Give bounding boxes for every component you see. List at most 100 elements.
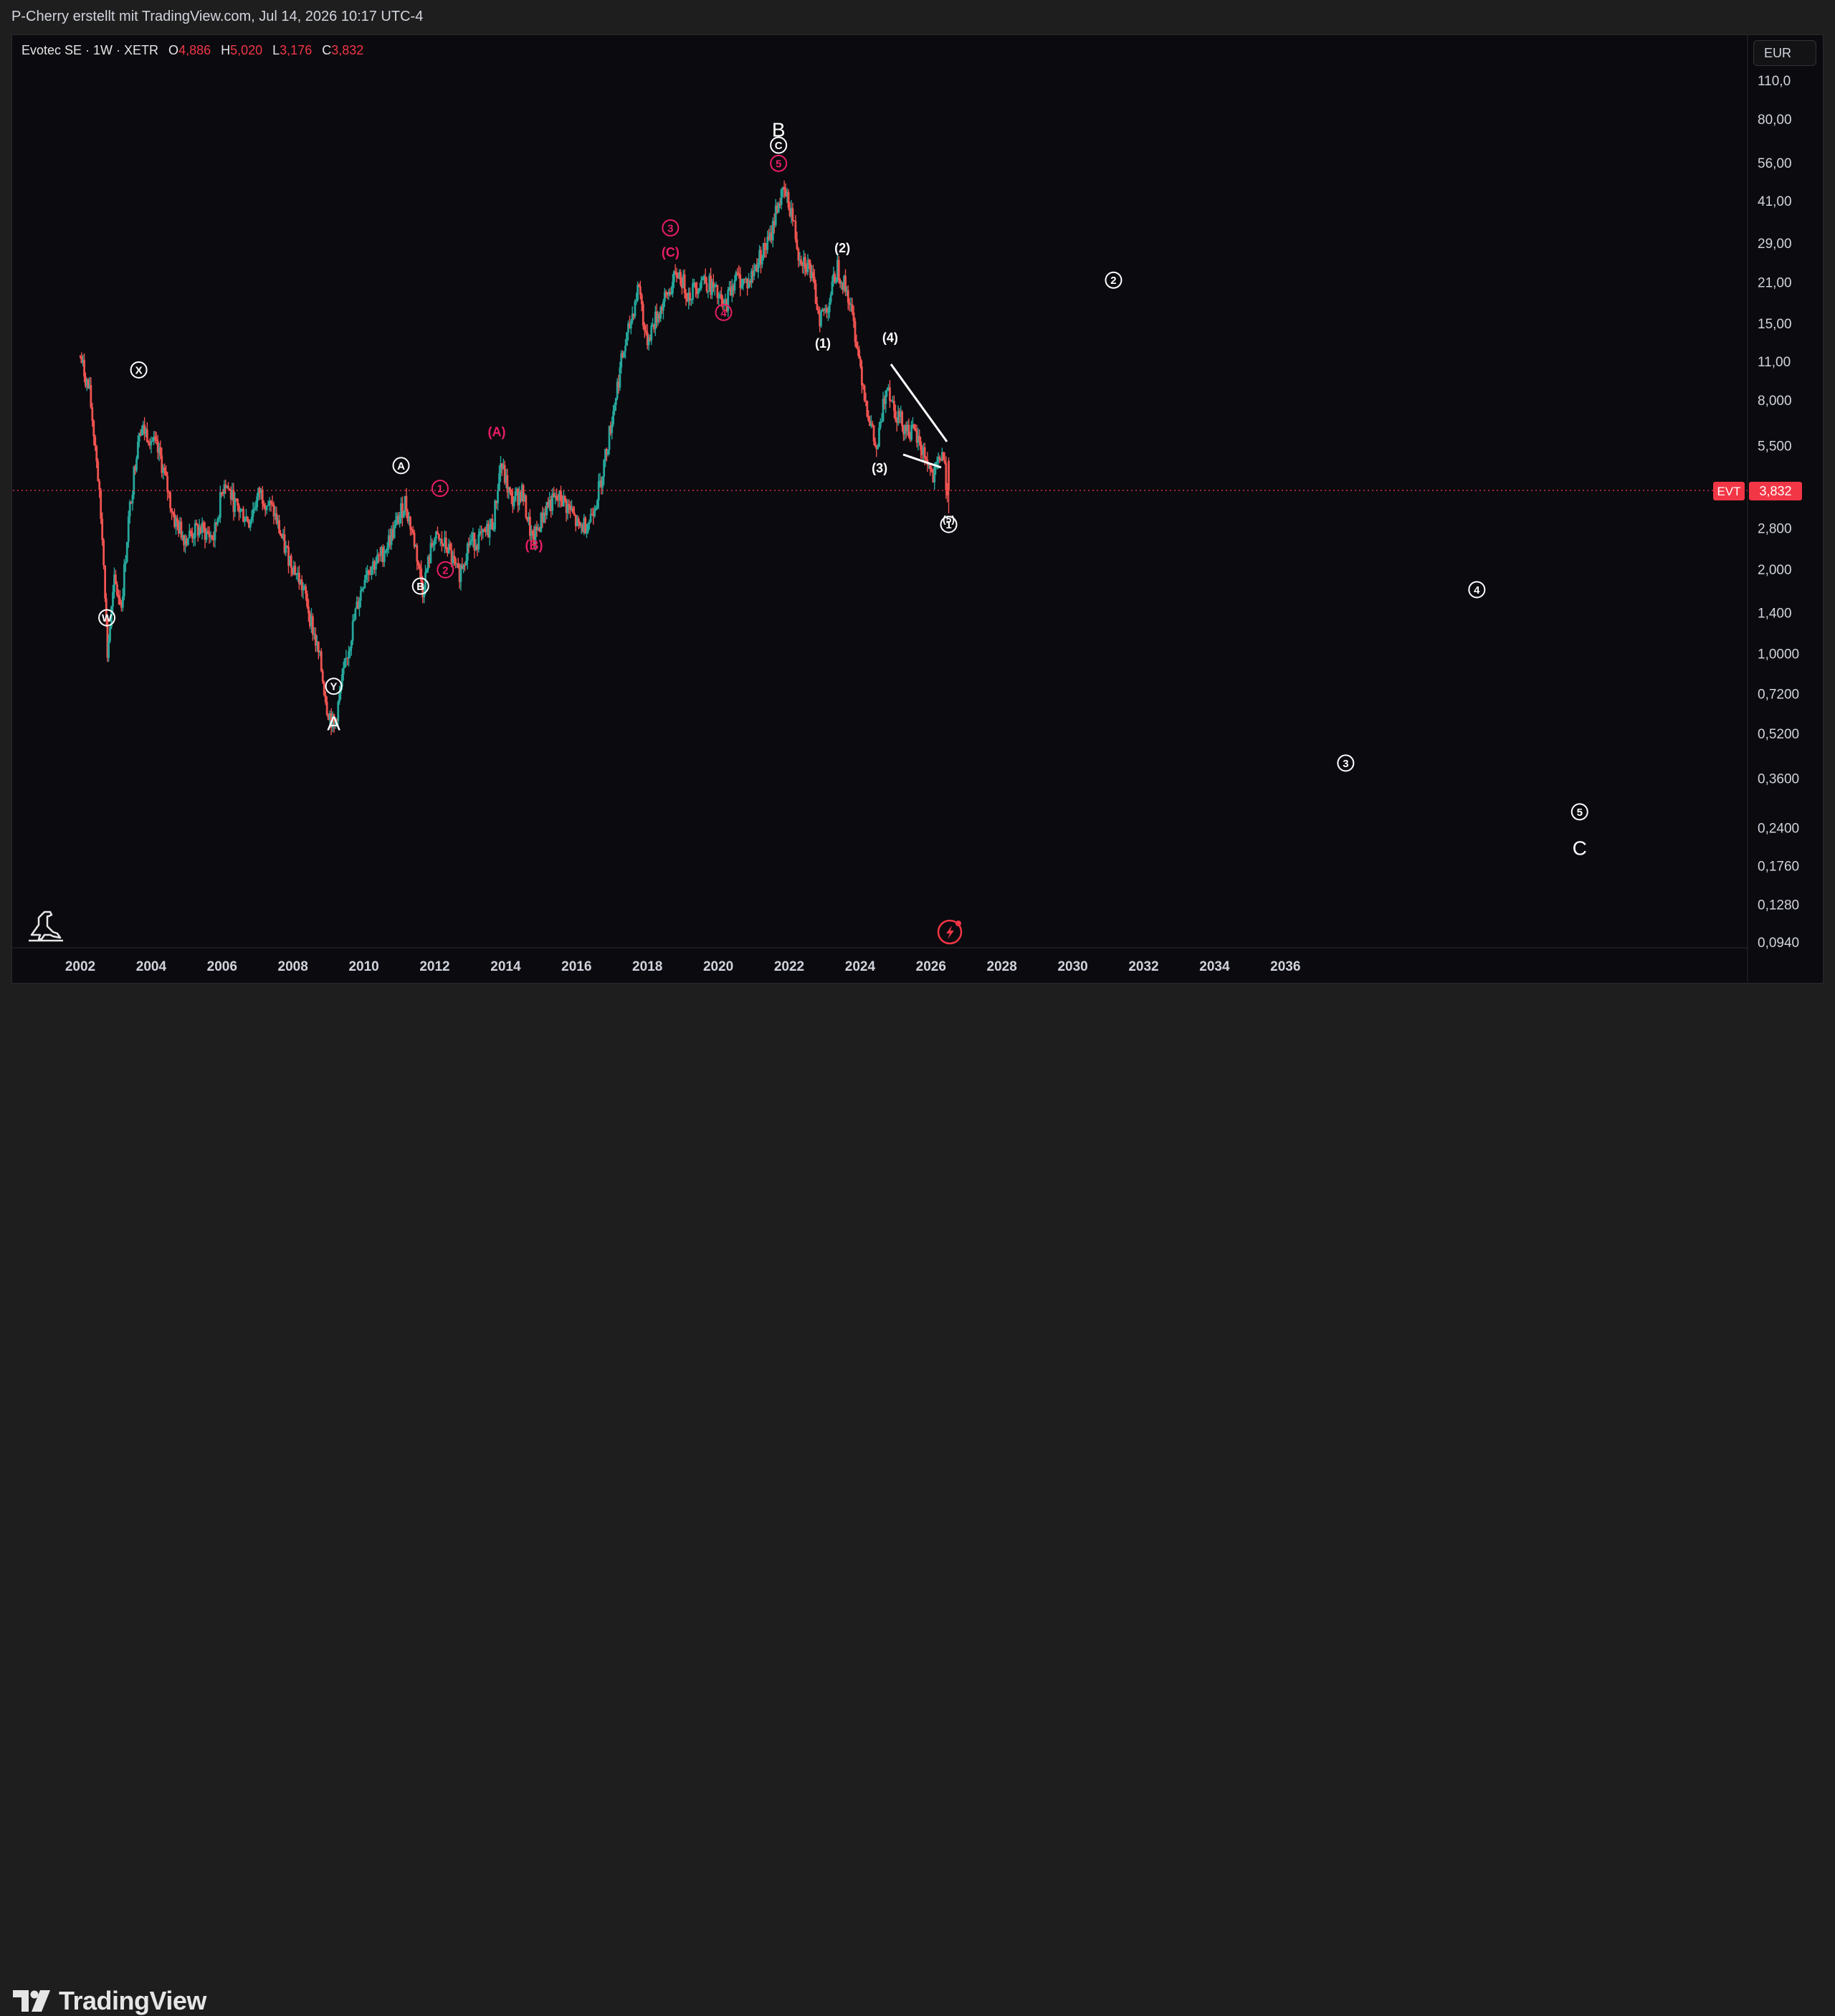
y-tick-label: 21,00	[1758, 276, 1792, 291]
candle	[787, 189, 790, 211]
candle	[662, 298, 664, 320]
trendline-upper[interactable]	[890, 363, 948, 442]
wave-labels-layer: BC53(C)4(2)(1) (4)(3)(5)1XWYAAB12(A)(B)24…	[98, 118, 1588, 859]
candle	[208, 526, 211, 544]
candle	[346, 657, 349, 666]
y-tick-label: 0,1280	[1758, 898, 1799, 913]
svg-text:5: 5	[776, 158, 781, 170]
candle	[837, 256, 840, 284]
candle	[675, 267, 678, 282]
wave-label-degree: A	[327, 712, 340, 734]
candle	[543, 508, 545, 524]
candle	[206, 526, 209, 535]
candle	[826, 304, 828, 318]
candle	[797, 247, 800, 267]
legend-high-label: H	[221, 43, 231, 57]
candle	[109, 624, 111, 644]
candle	[780, 188, 783, 210]
svg-text:X: X	[135, 364, 143, 376]
candle	[735, 270, 738, 282]
svg-text:1: 1	[945, 519, 951, 531]
tradingview-logo[interactable]: TradingView	[13, 1986, 206, 2016]
candle	[584, 515, 587, 534]
x-tick-label: 2014	[490, 959, 521, 974]
candle	[727, 287, 730, 317]
svg-text:C: C	[775, 140, 783, 152]
candle	[589, 508, 592, 523]
flash-alert-icon[interactable]	[937, 919, 963, 945]
candle	[866, 400, 869, 418]
candle	[242, 505, 244, 523]
candle	[466, 541, 469, 570]
candle	[774, 199, 777, 228]
price-axis: 110,0 80,00 56,00 41,00 29,00 21,00 15,00 11,00…	[1758, 74, 1799, 951]
legend-low-label: L	[272, 43, 280, 57]
price-chart[interactable]: BC53(C)4(2)(1) (4)(3)(5)1XWYAAB12(A)(B)24…	[0, 0, 1835, 1055]
candle	[90, 377, 92, 409]
candle	[351, 614, 354, 645]
candle	[195, 519, 198, 526]
candle	[690, 298, 692, 306]
candle	[409, 515, 411, 536]
candle	[634, 299, 637, 319]
candle	[201, 517, 204, 540]
price-tag-value: 3,832	[1759, 484, 1791, 498]
candle	[154, 431, 156, 444]
y-tick-label: 0,1760	[1758, 859, 1799, 874]
candle	[402, 510, 405, 518]
candle	[551, 488, 554, 515]
y-tick-label: 0,3600	[1758, 772, 1799, 787]
x-tick-label: 2028	[987, 959, 1017, 974]
candle	[730, 279, 733, 303]
candle	[528, 508, 531, 541]
legend-close-value: 3,832	[331, 43, 364, 57]
candle	[680, 269, 682, 287]
wave-label-circle: 3	[1337, 754, 1355, 772]
candle	[525, 494, 528, 520]
candle	[858, 346, 861, 359]
y-tick-label: 0,2400	[1758, 822, 1799, 837]
candle	[933, 462, 936, 490]
wave-label-circle: 1	[431, 480, 449, 498]
wave-label-paren: (A)	[488, 424, 506, 439]
x-tick-label: 2012	[419, 959, 449, 974]
wave-label-paren: (4)	[882, 331, 898, 345]
candle	[366, 565, 368, 584]
candle	[300, 575, 303, 597]
svg-text:W: W	[102, 612, 113, 624]
candle	[457, 558, 459, 569]
y-tick-label: 2,000	[1758, 563, 1792, 578]
candle	[571, 505, 574, 514]
legend-symbol[interactable]: Evotec SE · 1W · XETR	[22, 43, 158, 58]
candle	[889, 380, 891, 408]
currency-button[interactable]: EUR	[1753, 40, 1816, 66]
candle	[806, 254, 809, 276]
candle	[123, 558, 125, 601]
wave-label-circle: 5	[770, 154, 788, 172]
wave-label-circle: 3	[662, 219, 680, 237]
y-tick-label: 0,0940	[1758, 936, 1799, 951]
replay-dino-icon[interactable]	[29, 910, 63, 942]
x-tick-label: 2022	[774, 959, 804, 974]
y-tick-label: 0,7200	[1758, 688, 1799, 703]
candle	[416, 543, 419, 571]
svg-text:Y: Y	[330, 681, 338, 693]
candle	[311, 613, 314, 641]
candle	[317, 641, 320, 660]
candle	[844, 269, 847, 296]
candle	[219, 485, 221, 523]
candle	[689, 287, 691, 306]
x-tick-label: 2026	[916, 959, 946, 974]
candle	[321, 669, 324, 685]
candle	[646, 324, 649, 350]
candle	[270, 500, 272, 512]
y-tick-label: 56,00	[1758, 156, 1792, 171]
candle	[910, 420, 913, 442]
candle	[440, 531, 443, 552]
legend-open-value: 4,886	[178, 43, 211, 57]
wave-label-circle: X	[130, 361, 148, 379]
svg-text:5: 5	[1577, 807, 1583, 819]
candle	[223, 480, 226, 499]
x-tick-label: 2010	[348, 959, 378, 974]
candle	[667, 288, 670, 300]
